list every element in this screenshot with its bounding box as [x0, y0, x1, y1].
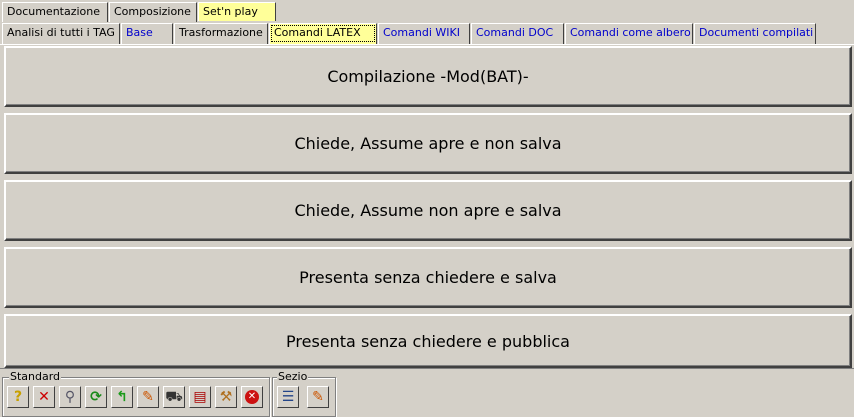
tab-documenti-compilati[interactable]: Documenti compilati: [694, 23, 816, 44]
search-icon[interactable]: ⚲: [59, 386, 81, 408]
standard-toolbar-group: Standard ? ✕ ⚲ ⟳ ↰ ✎ ⛟ ▤ ⚒ ✕: [2, 370, 270, 417]
tab-composizione[interactable]: Composizione: [109, 2, 197, 22]
chiede-apre-non-salva-button[interactable]: Chiede, Assume apre e non salva: [4, 113, 852, 174]
refresh-icon[interactable]: ⟳: [85, 386, 107, 408]
stop-icon[interactable]: ✕: [241, 386, 263, 408]
sezioni-group-label: Sezio: [277, 370, 309, 384]
tab-documentazione[interactable]: Documentazione: [2, 2, 108, 22]
edit-section-icon[interactable]: ✎: [307, 386, 329, 408]
edit-icon[interactable]: ✎: [137, 386, 159, 408]
top-tab-bar: Documentazione Composizione Set'n play: [0, 2, 854, 22]
tab-comandi-albero[interactable]: Comandi come albero: [565, 23, 693, 44]
sezioni-toolbar-group: Sezio ☰ ✎: [272, 370, 336, 417]
standard-group-label: Standard: [9, 370, 62, 384]
tab-comandi-doc[interactable]: Comandi DOC: [471, 23, 564, 44]
undo-icon[interactable]: ↰: [111, 386, 133, 408]
tab-analisi-tag[interactable]: Analisi di tutti i TAG: [2, 23, 120, 44]
chiede-non-apre-salva-button[interactable]: Chiede, Assume non apre e salva: [4, 180, 852, 241]
tools-icon[interactable]: ⚒: [215, 386, 237, 408]
tab-trasformazione[interactable]: Trasformazione: [174, 23, 268, 44]
tab-comandi-wiki[interactable]: Comandi WIKI: [378, 23, 470, 44]
cart-icon[interactable]: ⛟: [163, 386, 185, 408]
bottom-toolbar: Standard ? ✕ ⚲ ⟳ ↰ ✎ ⛟ ▤ ⚒ ✕ Sezio ☰ ✎: [0, 368, 854, 417]
delete-icon[interactable]: ✕: [33, 386, 55, 408]
export-icon[interactable]: ▤: [189, 386, 211, 408]
tab-comandi-latex[interactable]: Comandi LATEX: [269, 23, 377, 44]
help-icon[interactable]: ?: [7, 386, 29, 408]
compilazione-button[interactable]: Compilazione -Mod(BAT)-: [4, 46, 852, 107]
presenta-pubblica-button[interactable]: Presenta senza chiedere e pubblica: [4, 314, 852, 368]
list-icon[interactable]: ☰: [277, 386, 299, 408]
tab-base[interactable]: Base: [121, 23, 173, 44]
presenta-salva-button[interactable]: Presenta senza chiedere e salva: [4, 247, 852, 308]
sub-tab-bar: Analisi di tutti i TAG Base Trasformazio…: [0, 23, 854, 45]
tab-set-n-play[interactable]: Set'n play: [198, 2, 276, 21]
